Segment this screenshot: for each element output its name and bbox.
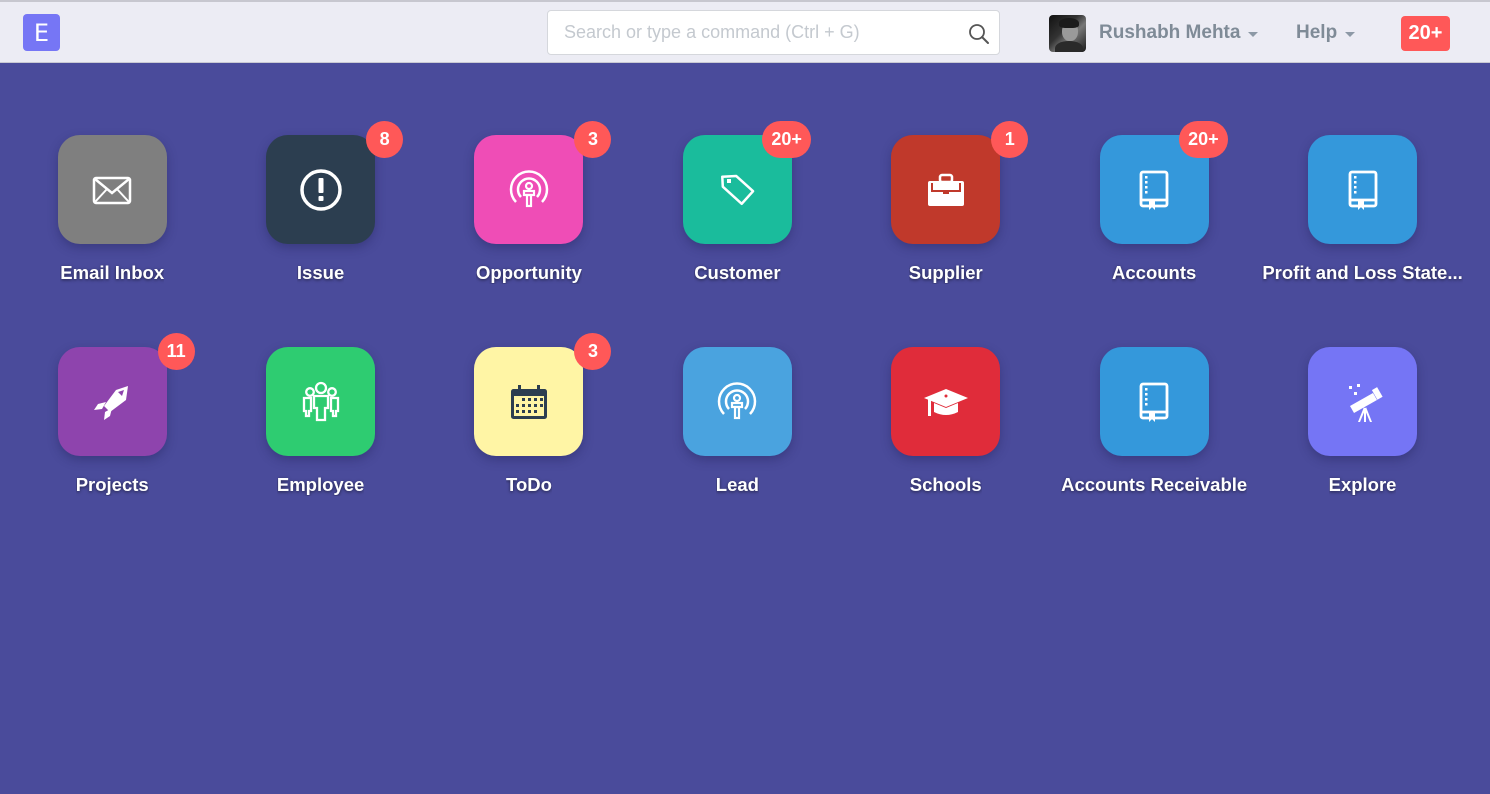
module-icon-box[interactable]: 3: [474, 333, 612, 456]
module-label: Projects: [75, 474, 149, 495]
alert-circle-icon: [299, 168, 342, 211]
navbar: E Rushabh Mehta Help 20+: [0, 0, 1490, 63]
brand-logo[interactable]: E: [23, 14, 60, 51]
module-tile[interactable]: 1 Supplier: [842, 121, 1050, 284]
envelope-icon: [92, 176, 132, 204]
count-badge: 11: [157, 333, 195, 370]
module-icon-box[interactable]: [1308, 347, 1418, 456]
module-tile[interactable]: Email Inbox: [8, 135, 216, 284]
telescope-icon: [1348, 383, 1383, 422]
module-tile[interactable]: Employee: [216, 347, 424, 496]
rocket-icon: [94, 385, 129, 420]
search-input[interactable]: [548, 11, 999, 54]
module-label: Schools: [909, 474, 982, 495]
module-tile[interactable]: Lead: [633, 347, 841, 496]
module-label: Explore: [1328, 474, 1397, 495]
module-label: Employee: [276, 474, 365, 495]
module-tile[interactable]: Explore: [1258, 347, 1466, 496]
avatar: [1049, 14, 1086, 52]
module-icon-box[interactable]: [891, 347, 1001, 456]
broadcast-icon: [718, 381, 757, 419]
count-badge: 8: [366, 121, 404, 158]
broadcast-icon: [509, 169, 549, 207]
module-label: Supplier: [908, 262, 983, 283]
module-icon-box[interactable]: 1: [891, 121, 1029, 244]
module-label: Customer: [694, 262, 781, 283]
module-icon-box[interactable]: [57, 135, 167, 244]
book-icon: [1139, 382, 1169, 422]
module-icon-box[interactable]: [266, 347, 376, 456]
count-badge: 3: [574, 121, 612, 158]
module-tile[interactable]: 8 Issue: [216, 121, 424, 284]
graduation-cap-icon: [923, 388, 968, 416]
module-label: Accounts Receivable: [1061, 474, 1248, 495]
book-icon: [1348, 170, 1377, 210]
module-icon-box[interactable]: 11: [57, 333, 195, 456]
module-label: Issue: [296, 262, 345, 283]
count-badge: 20+: [762, 121, 811, 158]
count-badge: 1: [991, 121, 1029, 158]
module-tile[interactable]: 20+ Accounts: [1050, 121, 1258, 284]
module-label: Email Inbox: [60, 262, 165, 283]
module-icon-box[interactable]: [1308, 135, 1418, 244]
module-icon-box[interactable]: 3: [474, 121, 612, 244]
module-icon-box[interactable]: [682, 347, 792, 456]
module-tile[interactable]: Schools: [842, 347, 1050, 496]
chevron-down-icon: [1248, 31, 1259, 37]
calendar-icon: [510, 384, 547, 419]
module-tile[interactable]: 3 Opportunity: [425, 121, 633, 284]
module-icon-box[interactable]: 20+: [682, 121, 811, 244]
tag-icon: [721, 174, 755, 205]
module-icon-box[interactable]: 20+: [1099, 121, 1228, 244]
chevron-down-icon: [1345, 31, 1356, 37]
module-tile[interactable]: 20+ Customer: [633, 121, 841, 284]
search-icon[interactable]: [967, 22, 991, 46]
module-label: Lead: [715, 474, 759, 495]
user-name: Rushabh Mehta: [1099, 22, 1241, 43]
users-icon: [302, 381, 339, 421]
help-label: Help: [1296, 22, 1338, 43]
user-menu[interactable]: Rushabh Mehta: [1049, 14, 1259, 52]
count-badge: 20+: [1179, 121, 1228, 158]
book-icon: [1139, 170, 1169, 210]
module-icon-box[interactable]: 8: [266, 121, 404, 244]
module-label: Accounts: [1112, 262, 1197, 283]
module-grid: Email Inbox 8 Issue 3 Opportunity 20+ Customer…: [8, 121, 1467, 496]
module-icon-box[interactable]: [1099, 347, 1209, 456]
module-tile[interactable]: 3 ToDo: [425, 333, 633, 496]
module-label: Profit and Loss State...: [1262, 262, 1463, 283]
search-bar: [547, 10, 1000, 55]
help-menu[interactable]: Help: [1296, 14, 1356, 52]
module-tile[interactable]: 11 Projects: [8, 333, 216, 496]
briefcase-icon: [927, 173, 964, 206]
module-label: ToDo: [506, 474, 552, 495]
module-tile[interactable]: Accounts Receivable: [1050, 347, 1258, 496]
count-badge: 3: [574, 333, 612, 370]
notifications-button[interactable]: 20+: [1401, 16, 1450, 51]
module-label: Opportunity: [476, 262, 582, 283]
module-tile[interactable]: Profit and Loss State...: [1258, 135, 1466, 284]
